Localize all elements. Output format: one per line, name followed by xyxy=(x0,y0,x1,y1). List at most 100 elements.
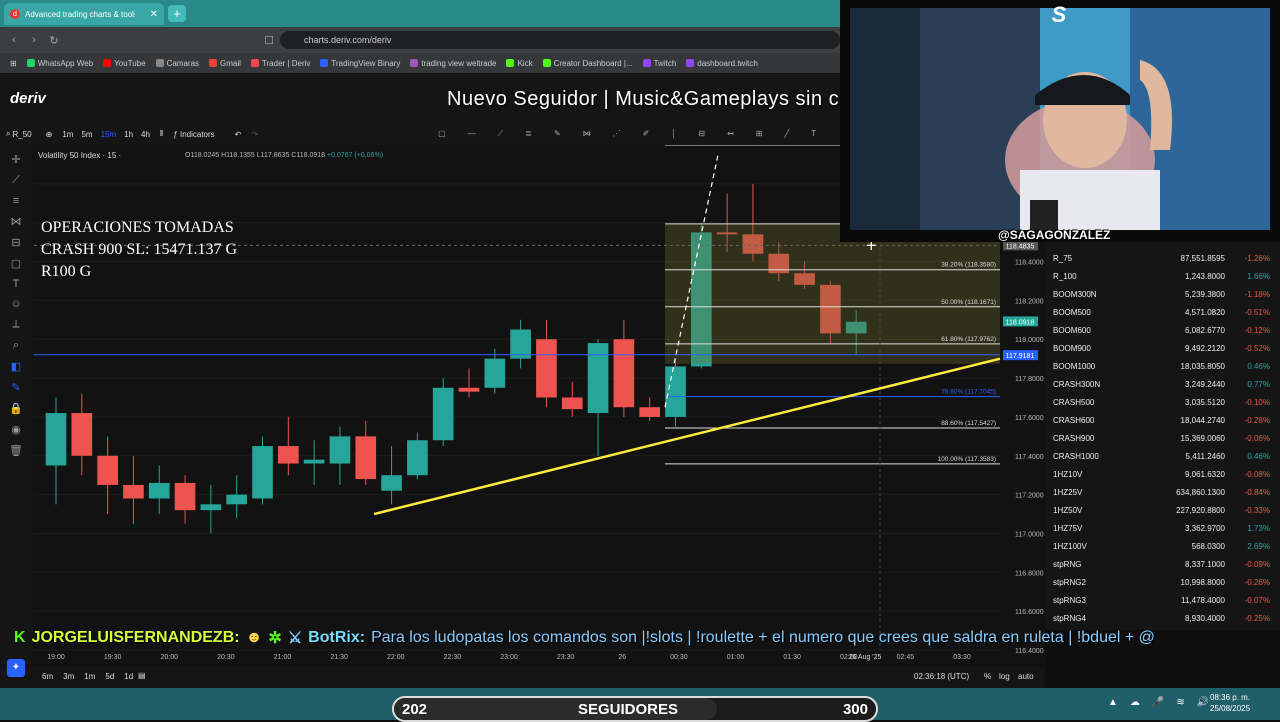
watchlist-row[interactable]: 1HZ25V 634,860.1300 -0.84% xyxy=(1045,483,1280,501)
bookmark-item[interactable]: Creator Dashboard |... xyxy=(542,59,633,68)
bookmark-item[interactable]: Twitch xyxy=(642,59,676,68)
watchlist-row[interactable]: BOOM900 9,492.2120 -0.52% xyxy=(1045,339,1280,357)
watchlist-row[interactable]: CRASH600 18,044.2740 -0.28% xyxy=(1045,411,1280,429)
chart-type-icon[interactable]: ⫴ xyxy=(160,129,163,139)
indicators-button[interactable]: ƒ Indicators xyxy=(173,130,224,139)
watchlist-row[interactable]: stpRNG2 10,998.8000 -0.26% xyxy=(1045,573,1280,591)
watchlist-row[interactable]: CRASH300N 3,249.2440 0.77% xyxy=(1045,375,1280,393)
forward-icon[interactable]: › xyxy=(24,34,44,46)
watchlist-row[interactable]: R_100 1,243.8000 1.66% xyxy=(1045,267,1280,285)
symbol-search-icon[interactable]: ⌕ xyxy=(6,129,10,139)
fib-tool-icon[interactable]: ≡ xyxy=(13,195,19,207)
text-tool-icon[interactable]: T xyxy=(13,278,20,290)
bookmark-icon[interactable]: ☐ xyxy=(259,34,279,47)
eye-tool-icon[interactable]: ◉ xyxy=(11,423,21,436)
calendar-icon[interactable]: ▤ xyxy=(138,671,146,680)
timeframe-1m[interactable]: 1m xyxy=(62,130,73,139)
range-6m[interactable]: 6m xyxy=(42,672,53,681)
chevron-up-icon[interactable]: ▲ xyxy=(1108,697,1118,708)
hline-tool-icon[interactable]: — xyxy=(468,129,476,139)
url-bar[interactable]: charts.deriv.com/deriv xyxy=(280,31,840,49)
channel-tool-icon[interactable]: ⊟ xyxy=(11,236,20,249)
system-clock[interactable]: 08:36 p. m. 25/08/2025 xyxy=(1210,692,1250,714)
apps-icon[interactable]: ⊞ xyxy=(10,59,17,68)
watchlist-row[interactable]: stpRNG3 11,478.4000 -0.07% xyxy=(1045,591,1280,609)
pattern-tool-icon[interactable]: ⋈ xyxy=(583,129,591,139)
bookmark-item[interactable]: YouTube xyxy=(103,59,146,68)
watchlist-row[interactable]: R_75 87,551.8595 -1.26% xyxy=(1045,249,1280,267)
watchlist-row[interactable]: 1HZ50V 227,920.8800 -0.33% xyxy=(1045,501,1280,519)
bookmark-item[interactable]: WhatsApp Web xyxy=(26,59,93,68)
range-1m[interactable]: 1m xyxy=(84,672,95,681)
magnet-tool-icon[interactable]: ◧ xyxy=(11,360,21,373)
watchlist-row[interactable]: CRASH900 15,369.0060 -0.06% xyxy=(1045,429,1280,447)
watchlist-row[interactable]: BOOM300N 5,239.3800 -1.18% xyxy=(1045,285,1280,303)
range-1d[interactable]: 1d xyxy=(124,672,133,681)
range-5d[interactable]: 5d xyxy=(105,672,114,681)
channel-tool-icon[interactable]: ⊟ xyxy=(698,129,705,139)
watchlist-row[interactable]: BOOM1000 18,035.8050 0.46% xyxy=(1045,357,1280,375)
bookmark-item[interactable]: trading view weltrade xyxy=(410,59,496,68)
auto-toggle[interactable]: auto xyxy=(1018,672,1034,681)
watchlist-row[interactable]: CRASH500 3,035.5120 -0.10% xyxy=(1045,393,1280,411)
price-label: 117.9181 xyxy=(1006,353,1035,360)
trash-tool-icon[interactable]: 🗑 xyxy=(9,444,23,457)
line-tool-icon[interactable]: ╱ xyxy=(784,129,789,139)
range-3m[interactable]: 3m xyxy=(63,672,74,681)
timeframe-4h[interactable]: 4h xyxy=(141,130,150,139)
symbol-selector[interactable]: R_50 xyxy=(12,130,31,139)
watchlist-row[interactable]: CRASH1000 5,411.2460 0.46% xyxy=(1045,447,1280,465)
timeframe-5m[interactable]: 5m xyxy=(81,130,92,139)
timeframe-1h[interactable]: 1h xyxy=(124,130,133,139)
deriv-logo[interactable]: deriv xyxy=(10,90,46,107)
mic-icon[interactable]: 🎤 xyxy=(1152,697,1164,708)
ruler-tool-icon[interactable]: ⟂ xyxy=(12,318,19,331)
chat-widget-icon[interactable]: ✦ xyxy=(7,659,25,677)
timeframe-15m[interactable]: 15m xyxy=(101,130,117,139)
percent-toggle[interactable]: % xyxy=(984,672,991,681)
volume-icon[interactable]: 🔊 xyxy=(1197,697,1209,708)
vline-tool-icon[interactable]: │ xyxy=(671,129,676,139)
rect-tool-icon[interactable]: ▢ xyxy=(11,257,21,270)
add-symbol-icon[interactable]: ⊕ xyxy=(46,130,53,139)
watchlist-row[interactable]: 1HZ100V 568.0300 2.69% xyxy=(1045,537,1280,555)
fib-tool-icon[interactable]: ≣ xyxy=(525,129,532,139)
trend-tool-icon[interactable]: ⟋ xyxy=(498,129,504,139)
bookmark-item[interactable]: Camaras xyxy=(155,59,199,68)
back-icon[interactable]: ‹ xyxy=(4,34,24,46)
ray-tool-icon[interactable]: ↤ xyxy=(727,129,734,139)
line-tool-icon[interactable]: ⟋ xyxy=(12,174,20,187)
watchlist-row[interactable]: 1HZ75V 3,362.9700 1.73% xyxy=(1045,519,1280,537)
pencil-tool-icon[interactable]: ✎ xyxy=(11,381,20,394)
brush-tool-icon[interactable]: ✐ xyxy=(643,129,650,139)
browser-tab[interactable]: d Advanced trading charts & tools ✕ xyxy=(4,3,164,25)
rect-tool-icon[interactable]: ▢ xyxy=(438,129,446,139)
watchlist-row[interactable]: BOOM500 4,571.0820 -0.51% xyxy=(1045,303,1280,321)
wifi-icon[interactable]: ≋ xyxy=(1176,697,1184,708)
cloud-icon[interactable]: ☁ xyxy=(1130,697,1140,708)
pen-tool-icon[interactable]: ✎ xyxy=(554,129,561,139)
reload-icon[interactable]: ↻ xyxy=(44,34,64,47)
lock-tool-icon[interactable]: 🔒 xyxy=(9,402,23,415)
bookmark-item[interactable]: TradingView Binary xyxy=(320,59,400,68)
bookmark-item[interactable]: Trader | Deriv xyxy=(250,59,310,68)
redo-icon[interactable]: ↷ xyxy=(251,130,258,139)
crosshair-tool-icon[interactable]: ✛ xyxy=(11,153,20,166)
new-tab-button[interactable]: + xyxy=(168,5,186,22)
emoji-tool-icon[interactable]: ☺ xyxy=(10,298,21,310)
path-tool-icon[interactable]: ⋰ xyxy=(613,129,621,139)
watchlist-row[interactable]: stpRNG4 8,930.4000 -0.25% xyxy=(1045,609,1280,627)
grid-tool-icon[interactable]: ⊞ xyxy=(756,129,763,139)
close-tab-icon[interactable]: ✕ xyxy=(150,9,158,20)
zoom-tool-icon[interactable]: ⌕ xyxy=(13,339,19,352)
text-tool-icon[interactable]: T xyxy=(811,129,816,139)
bookmark-item[interactable]: dashboard.twitch xyxy=(686,59,758,68)
watchlist-row[interactable]: stpRNG 8,337.1000 -0.09% xyxy=(1045,555,1280,573)
undo-icon[interactable]: ↶ xyxy=(235,130,242,139)
watchlist-row[interactable]: BOOM600 6,082.6770 -0.12% xyxy=(1045,321,1280,339)
bookmark-item[interactable]: Kick xyxy=(506,59,533,68)
pattern-tool-icon[interactable]: ⋈ xyxy=(11,215,22,228)
log-toggle[interactable]: log xyxy=(999,672,1010,681)
watchlist-row[interactable]: 1HZ10V 9,061.6320 -0.08% xyxy=(1045,465,1280,483)
bookmark-item[interactable]: Gmail xyxy=(209,59,241,68)
